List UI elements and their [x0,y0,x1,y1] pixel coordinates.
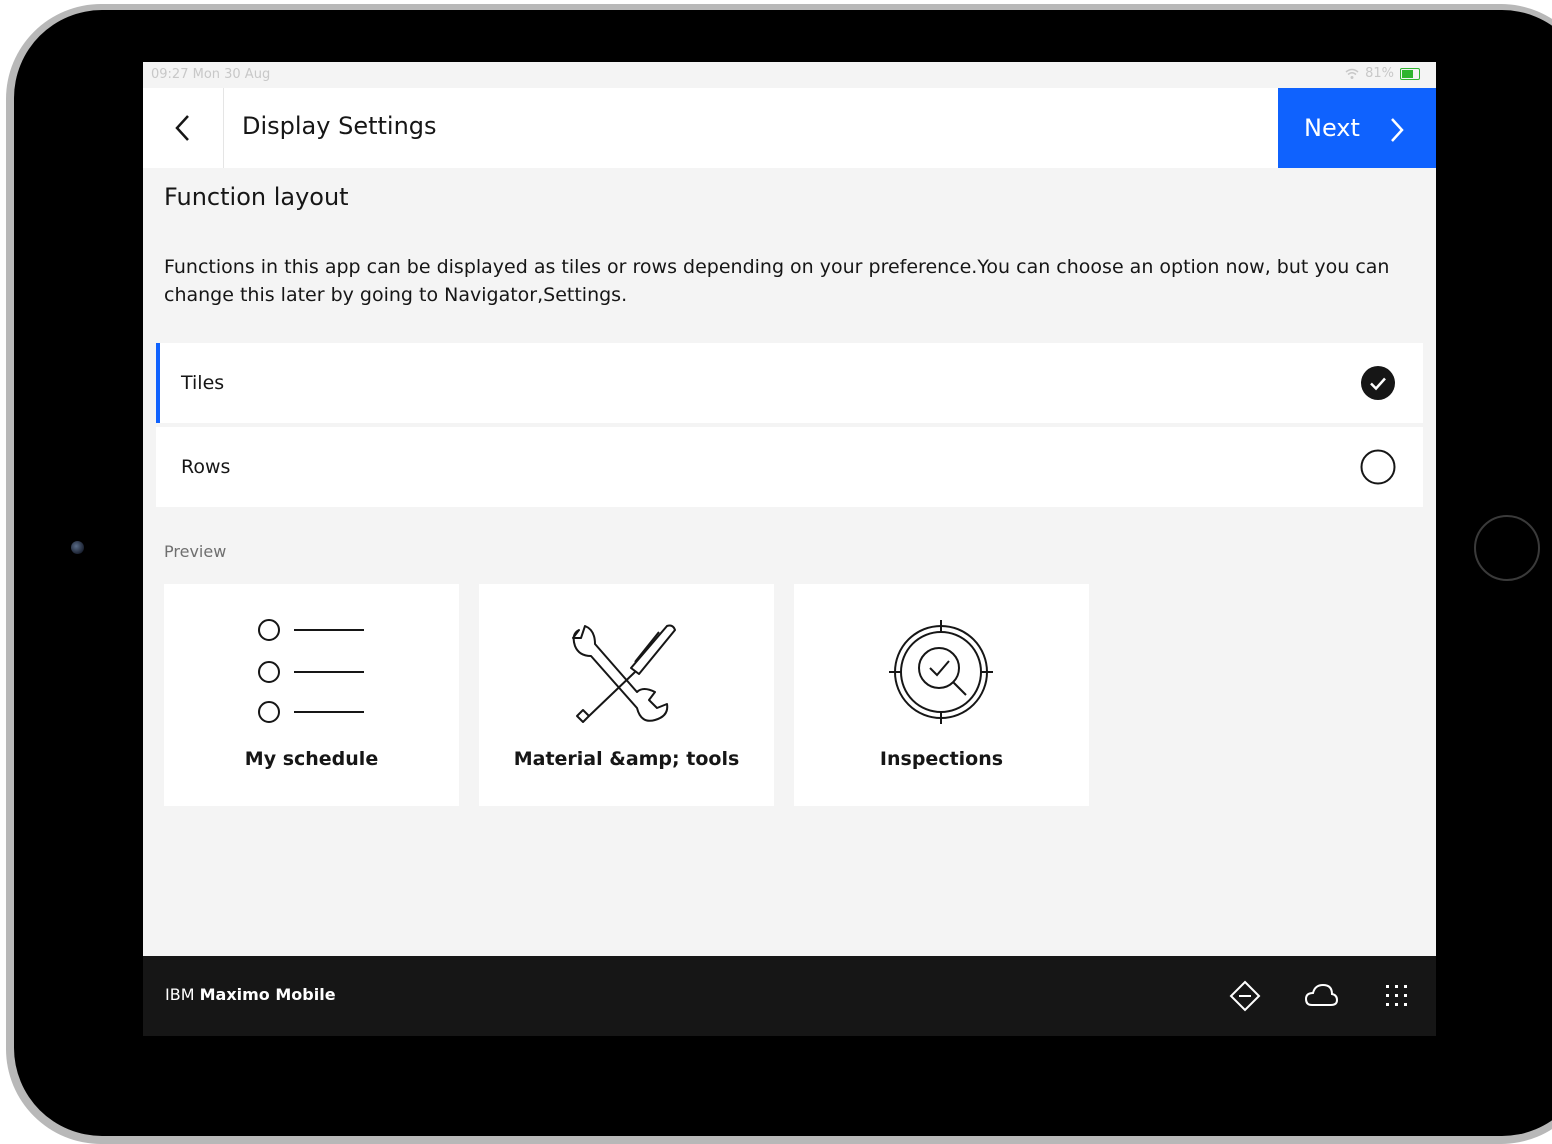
brand-logo: IBM Maximo Mobile [165,985,336,1004]
status-bar: 09:27 Mon 30 Aug 81% [143,62,1436,88]
tile-label: Material &amp; tools [513,748,740,770]
checkmark-filled-icon [1361,366,1395,400]
header: Display Settings Next [143,88,1436,168]
option-rows[interactable]: Rows [156,427,1423,507]
cloud-icon[interactable] [1303,978,1339,1014]
chevron-right-icon [1391,118,1404,142]
tile-my-schedule: My schedule [164,584,459,806]
option-label: Tiles [181,372,225,394]
back-button[interactable] [143,88,224,168]
option-tiles[interactable]: Tiles [156,343,1423,423]
preview-label: Preview [164,542,227,561]
radio-empty-icon [1360,449,1396,485]
screen: 09:27 Mon 30 Aug 81% Display Settings Ne… [143,62,1436,1036]
footer-bar: IBM Maximo Mobile [143,956,1436,1036]
battery-icon [1400,67,1420,80]
status-time: 09:27 Mon 30 Aug [151,67,271,82]
tile-label: Inspections [879,748,1004,770]
tile-inspections: Inspections [794,584,1089,806]
next-button-label: Next [1304,114,1360,142]
home-button[interactable] [1474,515,1540,581]
camera-icon [71,541,84,554]
section-title: Function layout [164,183,349,211]
inspection-icon [889,620,993,724]
wifi-icon [1345,68,1359,79]
navigation-icon[interactable] [1227,978,1263,1014]
tile-label: My schedule [244,748,379,770]
chevron-left-icon [175,115,189,141]
description-text: Functions in this app can be displayed a… [164,256,1390,306]
battery-percent: 81% [1365,66,1394,81]
tile-material-tools: Material &amp; tools [479,584,774,806]
tools-icon [572,624,676,723]
app-grid-icon[interactable] [1379,978,1415,1014]
next-button[interactable]: Next [1278,88,1436,168]
page-title: Display Settings [242,112,437,140]
status-right: 81% [1345,66,1420,81]
list-icon [258,619,364,723]
option-label: Rows [181,456,231,478]
